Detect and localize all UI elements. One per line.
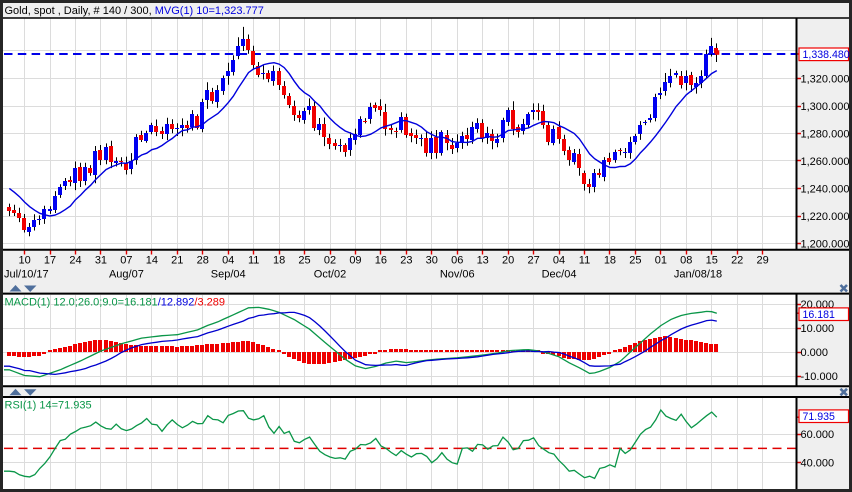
svg-text:18: 18 xyxy=(604,255,616,267)
svg-text:18: 18 xyxy=(273,255,285,267)
svg-text:17: 17 xyxy=(44,255,56,267)
svg-text:31: 31 xyxy=(95,255,107,267)
svg-text:27: 27 xyxy=(527,255,539,267)
svg-text:30: 30 xyxy=(426,255,438,267)
svg-text:10: 10 xyxy=(18,255,30,267)
svg-text:21: 21 xyxy=(171,255,183,267)
svg-text:Nov/06: Nov/06 xyxy=(440,269,475,281)
svg-text:0.000: 0.000 xyxy=(801,347,829,359)
svg-text:10.000: 10.000 xyxy=(801,323,835,335)
svg-text:04: 04 xyxy=(222,255,234,267)
svg-text:60.000: 60.000 xyxy=(801,429,835,441)
svg-text:20: 20 xyxy=(502,255,514,267)
svg-text:1,338.480: 1,338.480 xyxy=(803,49,850,61)
svg-text:71.935: 71.935 xyxy=(803,411,836,423)
svg-text:1,200.000: 1,200.000 xyxy=(801,239,850,251)
svg-text:1,300.000: 1,300.000 xyxy=(801,101,850,113)
svg-text:16: 16 xyxy=(375,255,387,267)
svg-text:11: 11 xyxy=(248,255,259,267)
svg-text:07: 07 xyxy=(120,255,132,267)
svg-text:-10.000: -10.000 xyxy=(801,371,838,383)
svg-text:14: 14 xyxy=(146,255,158,267)
svg-text:04: 04 xyxy=(553,255,565,267)
svg-text:1,240.000: 1,240.000 xyxy=(801,184,850,196)
svg-text:28: 28 xyxy=(197,255,209,267)
svg-text:1,320.000: 1,320.000 xyxy=(801,74,850,86)
svg-text:Jan/08/18: Jan/08/18 xyxy=(674,269,722,281)
svg-text:RSI(1) 14=71.935: RSI(1) 14=71.935 xyxy=(5,400,92,412)
svg-text:Oct/02: Oct/02 xyxy=(314,269,346,281)
svg-text:Dec/04: Dec/04 xyxy=(542,269,577,281)
svg-text:08: 08 xyxy=(680,255,692,267)
svg-text:Gold, spot , Daily, # 140 / 30: Gold, spot , Daily, # 140 / 300, MVG(1) … xyxy=(5,5,264,17)
svg-text:15: 15 xyxy=(706,255,718,267)
svg-text:24: 24 xyxy=(69,255,81,267)
svg-text:22: 22 xyxy=(731,255,743,267)
svg-text:16.181: 16.181 xyxy=(803,309,836,321)
svg-text:40.000: 40.000 xyxy=(801,458,835,470)
svg-text:02: 02 xyxy=(324,255,336,267)
svg-text:Aug/07: Aug/07 xyxy=(109,269,144,281)
svg-text:MACD(1) 12.0;26.0;9.0=16.181/1: MACD(1) 12.0;26.0;9.0=16.181/12.892/3.28… xyxy=(5,297,225,309)
svg-text:13: 13 xyxy=(477,255,489,267)
svg-text:01: 01 xyxy=(655,255,667,267)
svg-text:09: 09 xyxy=(349,255,361,267)
svg-text:25: 25 xyxy=(298,255,310,267)
svg-text:29: 29 xyxy=(757,255,769,267)
svg-text:Jul/10/17: Jul/10/17 xyxy=(4,269,49,281)
svg-text:Sep/04: Sep/04 xyxy=(211,269,246,281)
svg-text:23: 23 xyxy=(400,255,412,267)
svg-text:1,280.000: 1,280.000 xyxy=(801,129,850,141)
svg-text:1,260.000: 1,260.000 xyxy=(801,156,850,168)
svg-text:06: 06 xyxy=(451,255,463,267)
svg-text:1,220.000: 1,220.000 xyxy=(801,211,850,223)
svg-text:11: 11 xyxy=(579,255,590,267)
svg-text:25: 25 xyxy=(629,255,641,267)
